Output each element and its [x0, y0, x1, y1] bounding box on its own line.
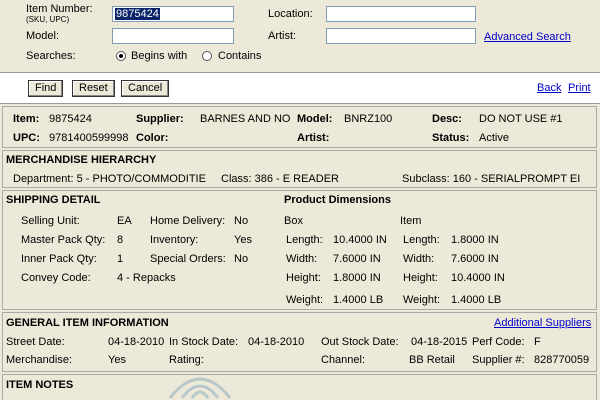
street-date-value: 04-18-2010 [108, 336, 165, 348]
item-label: Item: [13, 113, 40, 125]
merchandise-value: Yes [108, 354, 126, 366]
out-stock-date-value: 04-18-2015 [411, 336, 468, 348]
inner-pack-label: Inner Pack Qty: [21, 253, 97, 265]
out-stock-date-label: Out Stock Date: [321, 336, 399, 348]
home-delivery-value: No [234, 215, 249, 227]
begins-with-label: Begins with [131, 50, 188, 62]
special-orders-value: No [234, 253, 249, 265]
convey-code-value: 4 - Repacks [117, 272, 176, 284]
item-number-input[interactable]: 9875424 [112, 6, 234, 22]
item-height-value: 10.4000 IN [451, 272, 505, 284]
back-link[interactable]: Back [537, 82, 561, 94]
box-length-label: Length: [286, 234, 323, 246]
reset-button[interactable]: Reset [72, 80, 115, 97]
box-weight-value: 1.4000 LB [333, 294, 384, 306]
in-stock-date-value: 04-18-2010 [248, 336, 305, 348]
supplier-label: Supplier: [136, 113, 184, 125]
class-text: Class: 386 - E READER [221, 173, 339, 185]
desc-value: DO NOT USE #1 [479, 113, 563, 125]
model-label-summary: Model: [297, 113, 333, 125]
general-item-info-panel: GENERAL ITEM INFORMATION Additional Supp… [2, 312, 597, 372]
item-notes-title: ITEM NOTES [6, 379, 74, 391]
item-weight-value: 1.4000 LB [451, 294, 502, 306]
advanced-search-link[interactable]: Advanced Search [484, 31, 571, 43]
contains-label: Contains [218, 50, 262, 62]
convey-code-label: Convey Code: [21, 272, 91, 284]
contains-radio[interactable] [202, 51, 212, 61]
model-input[interactable] [112, 28, 234, 44]
subclass-text: Subclass: 160 - SERIALPROMPT EI [402, 173, 581, 185]
hierarchy-title: MERCHANDISE HIERARCHY [6, 154, 157, 166]
shipping-title: SHIPPING DETAIL [6, 194, 101, 206]
location-input[interactable] [326, 6, 476, 22]
department-text: Department: 5 - PHOTO/COMMODITIE [13, 173, 206, 185]
item-notes-panel: ITEM NOTES [2, 374, 597, 400]
item-summary-panel: Item: 9875424 Supplier: BARNES AND NO Mo… [2, 106, 597, 148]
item-length-label: Length: [403, 234, 440, 246]
item-number-value: 9875424 [115, 8, 160, 20]
box-width-value: 7.6000 IN [333, 253, 381, 265]
status-value: Active [479, 132, 509, 144]
selling-unit-label: Selling Unit: [21, 215, 80, 227]
special-orders-label: Special Orders: [150, 253, 226, 265]
artist-label-summary: Artist: [297, 132, 330, 144]
item-length-value: 1.8000 IN [451, 234, 499, 246]
item-number-label: Item Number: [26, 3, 93, 15]
box-weight-label: Weight: [286, 294, 324, 306]
in-stock-date-label: In Stock Date: [169, 336, 239, 348]
toolbar: Find Reset Cancel Back Print [0, 72, 600, 104]
watermark-logo [168, 377, 232, 399]
color-label: Color: [136, 132, 169, 144]
item-number-sublabel: (SKU, UPC) [26, 15, 70, 24]
item-weight-label: Weight: [403, 294, 441, 306]
box-length-value: 10.4000 IN [333, 234, 387, 246]
item-dimension-header: Item [400, 215, 422, 227]
box-height-value: 1.8000 IN [333, 272, 381, 284]
perf-code-label: Perf Code: [472, 336, 525, 348]
supplier-number-value: 828770059 [534, 354, 590, 366]
desc-label: Desc: [432, 113, 462, 125]
channel-label: Channel: [321, 354, 366, 366]
merchandise-label: Merchandise: [6, 354, 73, 366]
upc-label: UPC: [13, 132, 40, 144]
location-label: Location: [268, 8, 313, 20]
search-panel: Item Number: (SKU, UPC) 9875424 Location… [0, 0, 600, 70]
selling-unit-value: EA [117, 215, 132, 227]
box-header: Box [284, 215, 303, 227]
model-value: BNRZ100 [344, 113, 393, 125]
box-height-label: Height: [286, 272, 321, 284]
status-label: Status: [432, 132, 470, 144]
additional-suppliers-link[interactable]: Additional Suppliers [494, 317, 591, 329]
find-button[interactable]: Find [28, 80, 64, 97]
model-label: Model: [26, 30, 60, 42]
master-pack-label: Master Pack Qty: [21, 234, 106, 246]
upc-value: 9781400599998 [49, 132, 129, 144]
artist-label: Artist: [268, 30, 297, 42]
supplier-number-label: Supplier #: [472, 354, 525, 366]
perf-code-value: F [534, 336, 541, 348]
merchandise-hierarchy-panel: MERCHANDISE HIERARCHY Department: 5 - PH… [2, 150, 597, 188]
street-date-label: Street Date: [6, 336, 65, 348]
channel-value: BB Retail [409, 354, 455, 366]
inventory-label: Inventory: [150, 234, 199, 246]
artist-input[interactable] [326, 28, 476, 44]
item-width-label: Width: [403, 253, 435, 265]
shipping-detail-panel: SHIPPING DETAIL Selling Unit: EA Master … [2, 190, 597, 310]
item-width-value: 7.6000 IN [451, 253, 499, 265]
general-title: GENERAL ITEM INFORMATION [6, 317, 169, 329]
item-value: 9875424 [49, 113, 92, 125]
box-width-label: Width: [286, 253, 318, 265]
home-delivery-label: Home Delivery: [150, 215, 226, 227]
inner-pack-value: 1 [117, 253, 124, 265]
searches-label: Searches: [26, 50, 76, 62]
print-link[interactable]: Print [568, 82, 591, 94]
inventory-value: Yes [234, 234, 252, 246]
begins-with-radio[interactable] [116, 51, 126, 61]
item-height-label: Height: [403, 272, 438, 284]
product-dimensions-title: Product Dimensions [284, 194, 391, 206]
supplier-value: BARNES AND NO [200, 113, 290, 125]
cancel-button[interactable]: Cancel [121, 80, 170, 97]
master-pack-value: 8 [117, 234, 124, 246]
